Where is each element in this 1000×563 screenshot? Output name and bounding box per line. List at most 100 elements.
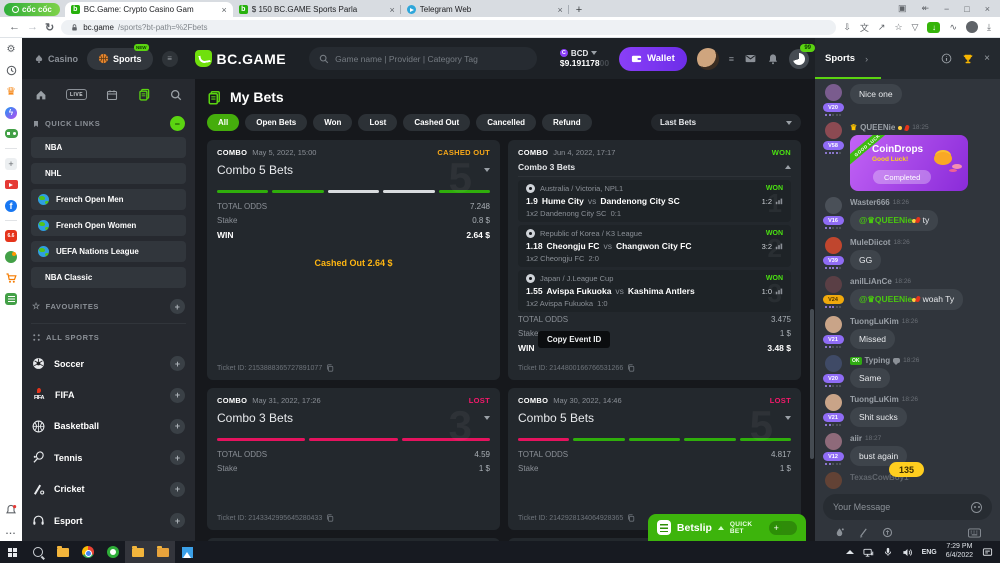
expand-bet-icon[interactable] [484,168,490,172]
expand-basketball-button[interactable]: + [170,419,185,434]
chevron-right-icon[interactable]: › [865,54,868,64]
avatar[interactable] [825,394,842,411]
language-indicator[interactable]: ENG [922,549,937,556]
home-icon[interactable] [35,89,47,101]
chat-message-bubble[interactable]: @♛QUEENie woah Ty [850,289,963,310]
close-tab-icon[interactable]: × [390,5,395,15]
scrollbar-thumb[interactable] [810,309,814,459]
browser-tab[interactable]: Telegram Web × [401,2,569,17]
mention[interactable]: @♛QUEENie [859,294,912,304]
sidebar-item-uefa-nations-league[interactable]: UEFA Nations League [31,241,186,262]
new-tab-button[interactable]: + [576,4,582,16]
chat-message-bubble[interactable]: Nice one [850,84,902,104]
avatar[interactable] [825,84,842,101]
sidebar-item-basketball[interactable]: Basketball + [31,411,186,442]
coccoc-download-icon[interactable]: ↓ [927,22,940,33]
live-icon[interactable]: LIVE [66,89,86,100]
nav-casino[interactable]: Casino [34,54,78,64]
close-tab-icon[interactable]: × [222,5,227,15]
shop-sale-icon[interactable]: 6.6 [5,229,18,242]
expand-soccer-button[interactable]: + [170,356,185,371]
profile-icon[interactable] [966,21,978,33]
filter-open-bets[interactable]: Open Bets [245,114,307,131]
game-search[interactable] [309,47,537,70]
minimize-button[interactable]: − [944,4,949,14]
volume-icon[interactable] [902,547,913,558]
browser-tab[interactable]: b BC.Game: Crypto Casino Gam × [65,2,233,17]
send-to-device-icon[interactable]: ⇩ [843,22,851,33]
coin-rain-icon[interactable] [834,527,845,538]
add-favourite-button[interactable]: + [170,299,185,314]
shield-icon[interactable]: ▽ [912,22,919,33]
sidebar-item-tennis[interactable]: Tennis + [31,442,186,473]
trophy-icon[interactable] [962,53,974,65]
sidebar-search-icon[interactable] [170,89,182,101]
chat-username[interactable]: TuongLuKim [850,317,899,326]
sort-dropdown[interactable]: Last Bets [651,114,801,131]
facebook-icon[interactable]: f [5,199,18,212]
chat-message-bubble[interactable]: Missed [850,329,895,349]
sidebar-item-cricket[interactable]: Cricket + [31,474,186,505]
tray-chevron-icon[interactable] [846,550,854,554]
calendar-icon[interactable] [106,89,118,101]
copy-icon[interactable] [627,364,635,372]
taskbar-folder-a-button[interactable] [125,541,150,563]
messenger-icon[interactable]: ϟ [5,106,18,119]
expand-bet-icon[interactable] [484,416,490,420]
notification-center-icon[interactable] [982,547,993,558]
close-window-button[interactable]: × [985,4,990,14]
taskbar-start-button[interactable] [0,541,25,563]
clock[interactable]: 7:29 PM6/4/2022 [946,543,973,561]
filter-refund[interactable]: Refund [542,114,592,131]
copy-icon[interactable] [326,514,334,522]
coindrops-card[interactable]: GOOD LUCK CoinDrops Good Luck! Completed [850,135,968,191]
filter-lost[interactable]: Lost [358,114,397,131]
back-button[interactable]: ← [9,21,20,33]
avatar[interactable] [825,276,842,293]
notifications-icon[interactable] [5,503,18,516]
coindrops-completed-button[interactable]: Completed [873,170,931,184]
unread-count-badge[interactable]: 135 [889,462,924,477]
mail-icon[interactable] [744,52,757,65]
cast-icon[interactable]: ▣ [898,3,907,14]
chat-username[interactable]: TuongLuKim [850,395,899,404]
message-input[interactable] [833,502,971,512]
sidebar-item-nba[interactable]: NBA [31,137,186,158]
copy-icon[interactable] [627,514,635,522]
coccoc-brand-button[interactable]: cốc cốc [4,3,60,16]
taskbar-photos-button[interactable] [175,541,200,563]
filter-cashed-out[interactable]: Cashed Out [403,114,470,131]
chat-message-bubble[interactable]: Same [850,368,890,388]
microphone-icon[interactable] [883,547,893,557]
tip-coin-icon[interactable] [882,527,893,538]
collapse-menu-button[interactable]: ≡ [162,51,178,67]
bet-card[interactable]: COMBOMay 5, 2022, 15:00CASHED OUT5Combo … [207,140,500,380]
expand-fifa-button[interactable]: + [170,388,185,403]
taskbar-explorer-button[interactable] [50,541,75,563]
emoji-icon[interactable] [971,502,982,513]
translate-icon[interactable]: 文 [860,21,869,34]
history-arrow-icon[interactable]: ↞ [921,3,929,14]
bcgame-logo[interactable]: BC.GAME [195,50,287,67]
avatar[interactable] [825,237,842,254]
forward-button[interactable]: → [27,21,38,33]
expand-cricket-button[interactable]: + [170,482,185,497]
close-chat-icon[interactable]: × [984,53,990,64]
avatar[interactable] [825,197,842,214]
collapse-quick-links-button[interactable]: − [170,116,185,131]
expand-bet-icon[interactable] [785,416,791,420]
sidebar-item-soccer[interactable]: Soccer + [31,348,186,379]
search-input[interactable] [335,54,527,64]
filter-won[interactable]: Won [313,114,352,131]
youtube-icon[interactable] [5,178,18,191]
sidebar-item-esport[interactable]: Esport + [31,505,186,536]
bookmark-star-icon[interactable]: ☆ [894,22,902,33]
settings-icon[interactable]: ⚙ [5,43,18,56]
filter-all[interactable]: All [207,114,239,131]
chat-username[interactable]: anilLiAnCe [850,277,892,286]
share-icon[interactable]: ↗ [878,22,886,33]
chat-message-bubble[interactable]: @♛QUEENie ty [850,210,938,231]
refresh-button[interactable]: ↻ [45,21,54,34]
sidebar-item-nba-classic[interactable]: NBA Classic [31,267,186,288]
more-icon[interactable]: ... [5,524,18,537]
